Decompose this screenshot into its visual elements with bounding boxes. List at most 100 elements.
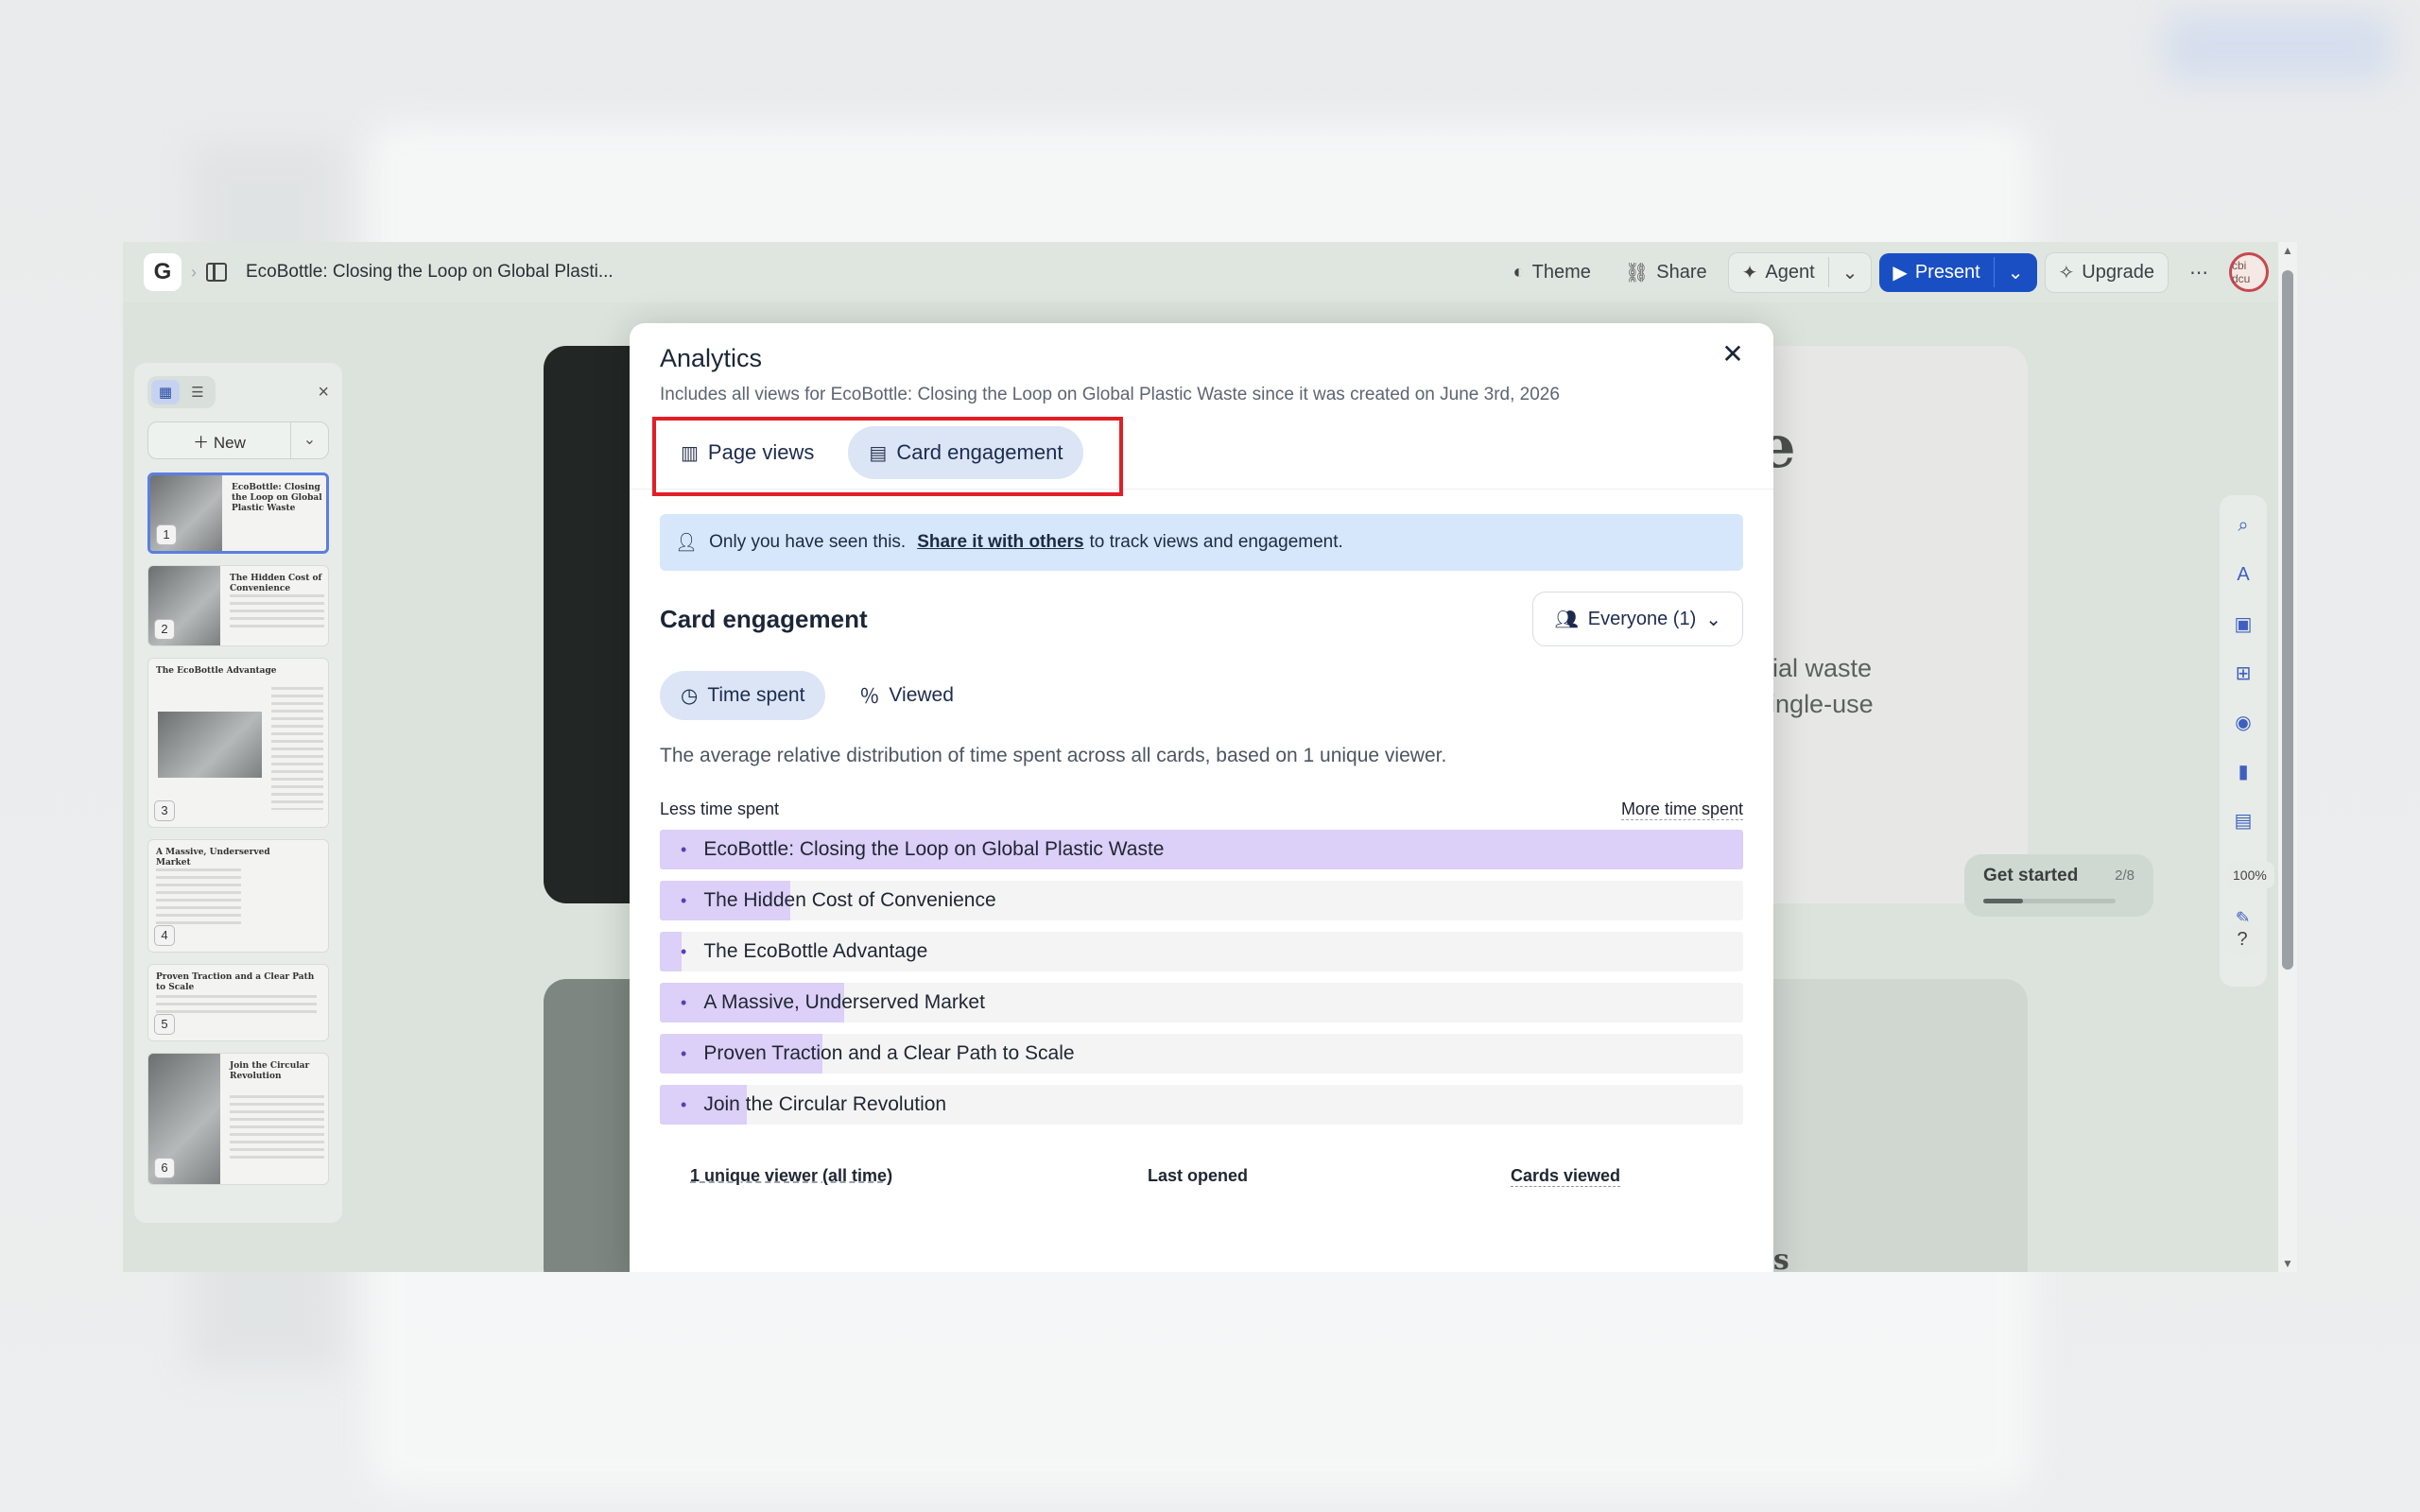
get-started-progress-fill bbox=[1983, 899, 2023, 903]
search-icon[interactable]: ⌕ bbox=[2230, 512, 2256, 539]
thumbnail-panel-header: ▦ ☰ × bbox=[147, 376, 329, 408]
column-header-viewers[interactable]: 1 unique viewer (all time) bbox=[690, 1166, 1148, 1187]
get-started-widget[interactable]: Get started 2/8 bbox=[1964, 854, 2153, 917]
agent-label: Agent bbox=[1765, 261, 1815, 283]
chevron-down-icon: ⌄ bbox=[2007, 262, 2024, 284]
theme-button[interactable]: ◐ Theme bbox=[1500, 254, 1604, 291]
thumbnail-number: 5 bbox=[154, 1014, 175, 1035]
slide-thumbnail-2[interactable]: The Hidden Cost of Convenience 2 bbox=[147, 565, 329, 646]
engagement-bar-row: EcoBottle: Closing the Loop on Global Pl… bbox=[660, 830, 1743, 869]
thumbnail-title: The EcoBottle Advantage bbox=[156, 666, 277, 676]
backdrop-button bbox=[2165, 14, 2392, 80]
highlight-box bbox=[652, 417, 1123, 496]
agent-dropdown-button[interactable]: ⌄ bbox=[1829, 253, 1872, 292]
gamma-logo-icon[interactable]: G bbox=[144, 253, 182, 291]
section-header: Card engagement 👥︎ Everyone (1) ⌄ bbox=[660, 592, 1743, 646]
slide-thumbnail-6[interactable]: Join the Circular Revolution 6 bbox=[147, 1053, 329, 1185]
engagement-bar-row: Join the Circular Revolution bbox=[660, 1085, 1743, 1125]
chevron-down-icon[interactable]: ⌄ bbox=[290, 421, 328, 459]
ellipsis-icon: ⋯ bbox=[2189, 262, 2208, 284]
more-options-button[interactable]: ⋯ bbox=[2176, 253, 2221, 292]
audience-dropdown[interactable]: 👥︎ Everyone (1) ⌄ bbox=[1532, 592, 1743, 646]
thumbnail-title: A Massive, Underserved Market bbox=[156, 848, 270, 868]
tab-time-spent-label: Time spent bbox=[707, 684, 805, 706]
toggle-icon[interactable]: ◉ bbox=[2230, 709, 2256, 735]
tab-time-spent[interactable]: ◷ Time spent bbox=[660, 671, 826, 720]
thumbnail-text-lines bbox=[156, 868, 241, 925]
share-button[interactable]: ⛓ Share bbox=[1612, 253, 1720, 292]
thumbnail-text-lines bbox=[156, 995, 317, 1018]
slide-thumbnail-5[interactable]: Proven Traction and a Clear Path to Scal… bbox=[147, 964, 329, 1041]
top-app-bar: G › EcoBottle: Closing the Loop on Globa… bbox=[123, 242, 2278, 302]
chart-icon[interactable]: ▮ bbox=[2230, 758, 2256, 784]
tab-viewed-label: Viewed bbox=[889, 684, 954, 706]
engagement-description: The average relative distribution of tim… bbox=[660, 745, 1447, 766]
scroll-down-icon[interactable]: ▼ bbox=[2282, 1257, 2293, 1270]
scrollbar[interactable]: ▲ ▼ bbox=[2278, 242, 2297, 1272]
present-label: Present bbox=[1914, 261, 1980, 283]
share-link[interactable]: Share it with others bbox=[917, 532, 1083, 553]
clock-icon: ◷ bbox=[681, 684, 699, 707]
upgrade-button[interactable]: ✧ Upgrade bbox=[2044, 251, 2169, 293]
thumbnail-title: Join the Circular Revolution bbox=[230, 1061, 310, 1081]
section-title: Card engagement bbox=[660, 604, 868, 633]
engagement-bar-row: A Massive, Underserved Market bbox=[660, 983, 1743, 1022]
new-card-main[interactable]: ＋ New bbox=[148, 429, 290, 453]
time-spent-chart: EcoBottle: Closing the Loop on Global Pl… bbox=[660, 830, 1743, 1125]
audience-label: Everyone (1) bbox=[1587, 608, 1697, 629]
thumbnail-number: 4 bbox=[154, 925, 175, 946]
thumbnail-image bbox=[158, 712, 262, 778]
axis-label-right: More time spent bbox=[1620, 799, 1743, 820]
agent-button-group: ✦ Agent ⌄ bbox=[1727, 251, 1873, 293]
viewers-table-header: 1 unique viewer (all time) Last opened C… bbox=[660, 1166, 1743, 1187]
share-label: Share bbox=[1656, 261, 1707, 283]
notice-suffix: to track views and engagement. bbox=[1089, 532, 1343, 552]
list-view-icon[interactable]: ☰ bbox=[183, 380, 212, 404]
close-icon[interactable]: × bbox=[318, 382, 329, 404]
slide-thumbnail-panel: ▦ ☰ × ＋ New ⌄ EcoBottle: Closing the Loo… bbox=[134, 363, 342, 1223]
help-button[interactable]: ? bbox=[2223, 920, 2261, 958]
thumbnail-number: 1 bbox=[156, 524, 177, 545]
avatar[interactable]: cbi dcu bbox=[2229, 252, 2269, 292]
zoom-level[interactable]: 100% bbox=[2225, 862, 2274, 888]
document-title[interactable]: EcoBottle: Closing the Loop on Global Pl… bbox=[246, 262, 614, 283]
get-started-progress bbox=[1983, 899, 2116, 903]
upgrade-label: Upgrade bbox=[2082, 261, 2154, 283]
magic-wand-icon: ✧ bbox=[2058, 262, 2075, 284]
get-started-label: Get started bbox=[1983, 866, 2079, 885]
theme-label: Theme bbox=[1531, 261, 1591, 283]
toggle-sidebar-icon[interactable] bbox=[206, 263, 227, 282]
view-toggle: ▦ ☰ bbox=[147, 376, 216, 408]
person-icon: 👤︎ bbox=[675, 533, 699, 553]
thumbnail-number: 3 bbox=[154, 800, 175, 821]
slide-thumbnail-1[interactable]: EcoBottle: Closing the Loop on Global Pl… bbox=[147, 472, 329, 554]
scrollbar-thumb[interactable] bbox=[2282, 270, 2293, 970]
present-dropdown-button[interactable]: ⌄ bbox=[1995, 253, 2037, 292]
blocks-icon[interactable]: ⊞ bbox=[2230, 660, 2256, 686]
toolbar-right: ◐ Theme ⛓ Share ✦ Agent ⌄ ▶ Present ⌄ ✧ … bbox=[1500, 242, 2269, 302]
engagement-bar-label: The EcoBottle Advantage bbox=[681, 932, 927, 971]
agent-button[interactable]: ✦ Agent bbox=[1729, 253, 1828, 292]
tab-viewed[interactable]: ％ Viewed bbox=[838, 671, 975, 720]
engagement-bar-label: EcoBottle: Closing the Loop on Global Pl… bbox=[681, 830, 1164, 869]
chevron-down-icon: ⌄ bbox=[1841, 262, 1858, 284]
table-icon[interactable]: ▤ bbox=[2230, 807, 2256, 833]
modal-title: Analytics bbox=[660, 344, 763, 372]
link-icon: ⛓ bbox=[1624, 262, 1650, 284]
image-icon[interactable]: ▣ bbox=[2230, 610, 2256, 637]
engagement-bar-row: The Hidden Cost of Convenience bbox=[660, 881, 1743, 920]
palette-icon: ◐ bbox=[1512, 261, 1525, 283]
engagement-bar-label: A Massive, Underserved Market bbox=[681, 983, 985, 1022]
text-style-icon[interactable]: A bbox=[2230, 561, 2256, 588]
grid-view-icon[interactable]: ▦ bbox=[151, 380, 180, 404]
scroll-up-icon[interactable]: ▲ bbox=[2282, 244, 2293, 257]
column-header-cards-viewed[interactable]: Cards viewed bbox=[1511, 1166, 1621, 1187]
present-button-group: ▶ Present ⌄ bbox=[1879, 252, 2037, 292]
close-icon[interactable]: ✕ bbox=[1719, 340, 1747, 369]
slide-thumbnail-4[interactable]: A Massive, Underserved Market 4 bbox=[147, 839, 329, 953]
slide-thumbnail-3[interactable]: The EcoBottle Advantage 3 bbox=[147, 658, 329, 828]
thumbnail-title: EcoBottle: Closing the Loop on Global Pl… bbox=[232, 483, 322, 513]
present-button[interactable]: ▶ Present bbox=[1879, 253, 1993, 292]
thumbnail-text-lines bbox=[230, 594, 324, 632]
column-header-last-opened[interactable]: Last opened bbox=[1148, 1166, 1511, 1187]
